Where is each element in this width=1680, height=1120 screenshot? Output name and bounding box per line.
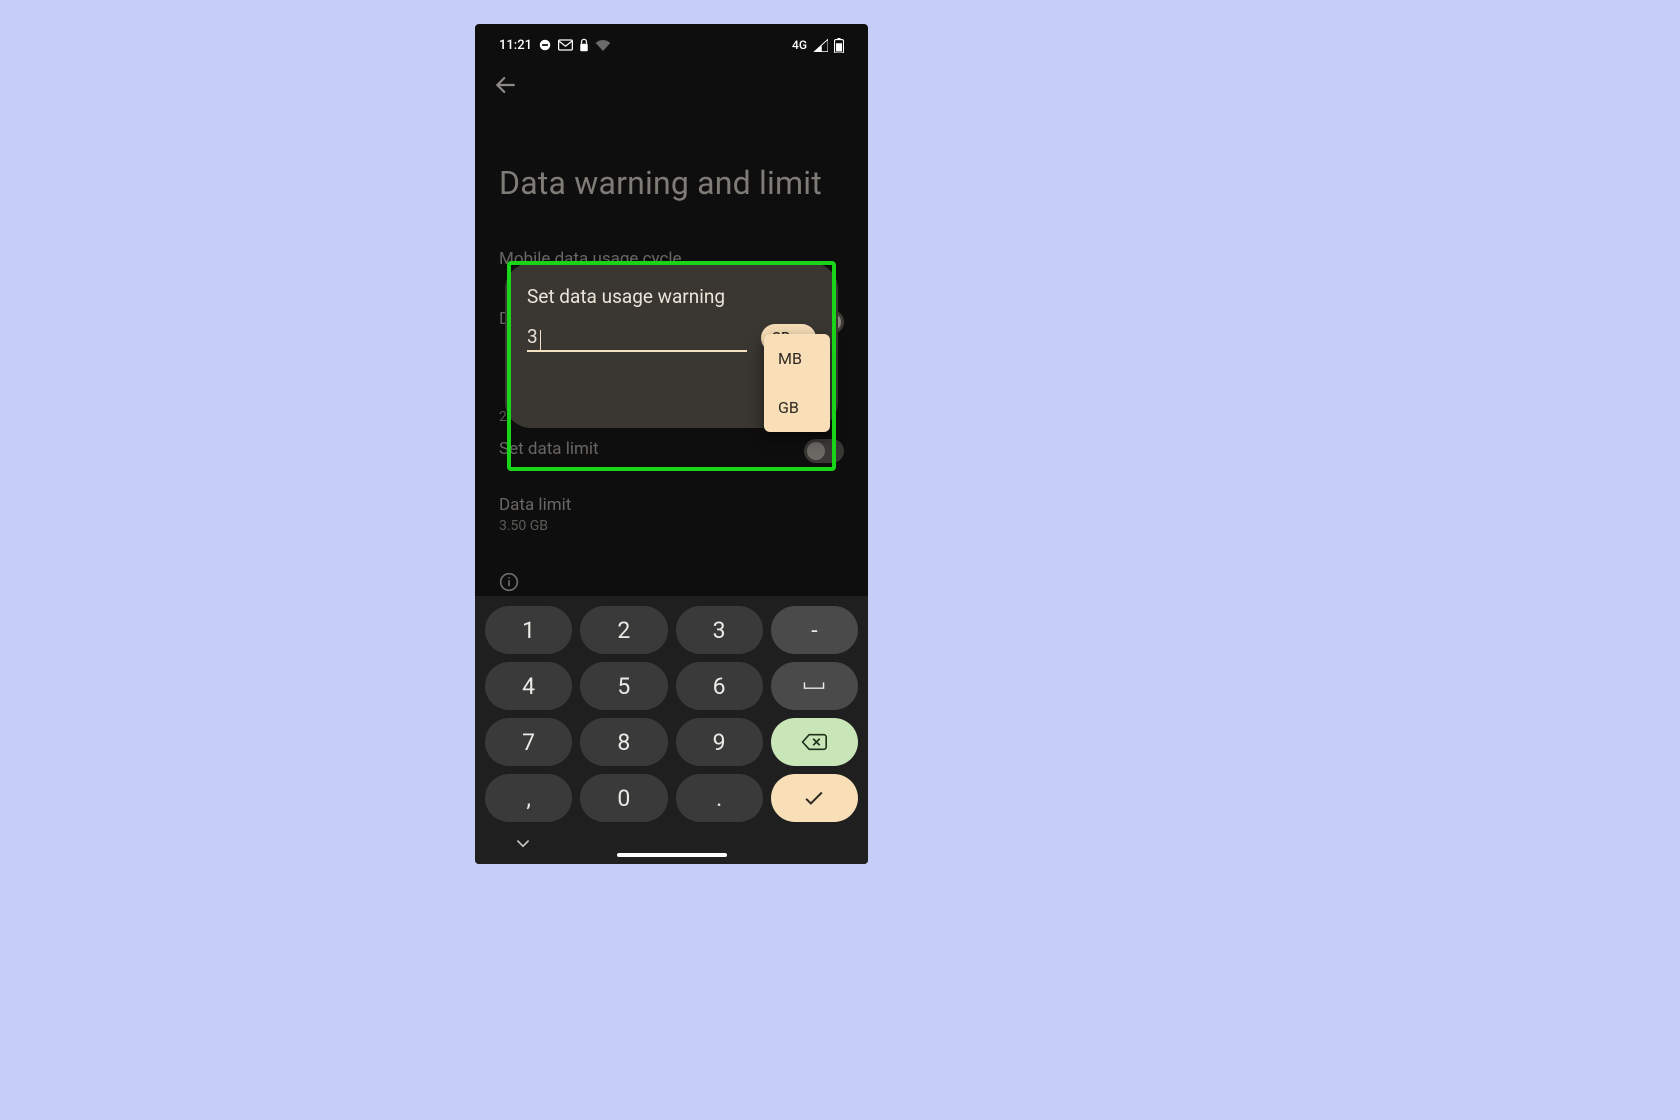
key-9[interactable]: 9 [676,718,763,766]
key-backspace[interactable] [771,718,858,766]
numeric-keyboard: 1 2 3 - 4 5 6 7 8 9 , 0 . [475,596,868,864]
key-8[interactable]: 8 [580,718,667,766]
row-data-limit[interactable]: Data limit 3.50 GB [499,495,844,534]
row-sub: 3.50 GB [499,518,844,534]
key-4[interactable]: 4 [485,662,572,710]
status-time: 11:21 [499,38,532,53]
key-1[interactable]: 1 [485,606,572,654]
key-7[interactable]: 7 [485,718,572,766]
row-label: Data limit [499,495,844,515]
collapse-keyboard-icon[interactable] [515,833,531,852]
dialog-title: Set data usage warning [527,285,816,308]
wifi-icon [595,39,611,51]
phone-frame: 11:21 4G [475,24,868,864]
unit-dropdown-menu: MB GB [764,334,830,432]
dnd-icon [538,38,552,52]
signal-icon [813,39,828,52]
key-dot[interactable]: . [676,774,763,822]
status-bar: 11:21 4G [475,33,868,57]
mail-icon [558,39,573,51]
status-left: 11:21 [499,38,611,53]
input-value: 3 [527,325,538,350]
key-space[interactable] [771,662,858,710]
unit-option-mb[interactable]: MB [764,334,830,383]
key-comma[interactable]: , [485,774,572,822]
stage: 11:21 4G [0,0,1680,1120]
key-minus[interactable]: - [771,606,858,654]
key-grid: 1 2 3 - 4 5 6 7 8 9 , 0 . [485,606,858,822]
data-warning-input[interactable]: 3 [527,322,747,352]
page-title: Data warning and limit [499,164,822,202]
network-label: 4G [792,38,807,52]
row-set-data-limit[interactable]: Set data limit [499,439,844,459]
back-button[interactable] [493,72,525,104]
key-3[interactable]: 3 [676,606,763,654]
key-enter[interactable] [771,774,858,822]
row-label: Set data limit [499,439,844,459]
unit-option-gb[interactable]: GB [764,383,830,432]
key-6[interactable]: 6 [676,662,763,710]
key-2[interactable]: 2 [580,606,667,654]
lock-icon [579,38,589,52]
caret [540,330,541,350]
nav-handle[interactable] [617,853,727,857]
key-0[interactable]: 0 [580,774,667,822]
status-right: 4G [792,38,844,53]
key-5[interactable]: 5 [580,662,667,710]
battery-icon [834,38,844,53]
info-icon[interactable] [499,572,519,596]
